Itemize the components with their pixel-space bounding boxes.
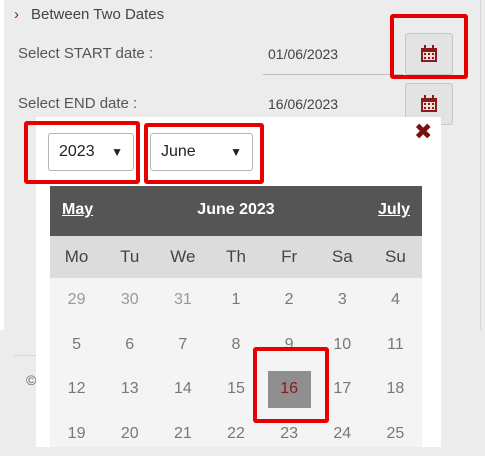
day-cell[interactable]: 11	[369, 323, 422, 368]
start-date-calendar-button[interactable]	[405, 33, 453, 75]
day-cell[interactable]: 14	[156, 367, 209, 412]
right-divider	[480, 0, 481, 330]
month-select-value: June	[161, 143, 196, 161]
day-cell[interactable]: 8	[209, 323, 262, 368]
next-month-link[interactable]: July	[378, 201, 410, 219]
day-cell[interactable]: 12	[50, 367, 103, 412]
left-border	[0, 0, 4, 330]
day-cell[interactable]: 24	[316, 412, 369, 456]
day-cell[interactable]: 6	[103, 323, 156, 368]
day-cell[interactable]: 13	[103, 367, 156, 412]
end-date-label: Select END date :	[18, 95, 137, 112]
day-cell[interactable]: 31	[156, 278, 209, 323]
day-cell[interactable]: 20	[103, 412, 156, 456]
section-header[interactable]: › Between Two Dates	[14, 6, 164, 23]
month-select[interactable]: June ▼	[150, 133, 253, 171]
day-cell[interactable]: 21	[156, 412, 209, 456]
day-cell[interactable]: 29	[50, 278, 103, 323]
start-date-field[interactable]: 01/06/2023	[268, 46, 338, 62]
chevron-down-icon: ▼	[230, 145, 242, 159]
month-title: June 2023	[50, 201, 422, 219]
day-cell[interactable]: 9	[263, 323, 316, 368]
datepicker-popup: 2023 ▼ June ▼ ✖ May June 2023 July Mo Tu…	[36, 117, 441, 447]
weekday-label: We	[156, 236, 209, 278]
start-date-underline	[263, 74, 403, 75]
weekday-label: Su	[369, 236, 422, 278]
calendar-header: May June 2023 July	[50, 186, 422, 236]
year-select[interactable]: 2023 ▼	[48, 133, 134, 171]
day-cell[interactable]: 7	[156, 323, 209, 368]
weekday-header: Mo Tu We Th Fr Sa Su	[50, 236, 422, 278]
day-cell[interactable]: 25	[369, 412, 422, 456]
day-cell[interactable]: 3	[316, 278, 369, 323]
weekday-label: Fr	[263, 236, 316, 278]
day-cell[interactable]: 10	[316, 323, 369, 368]
day-cell[interactable]: 5	[50, 323, 103, 368]
start-date-label: Select START date :	[18, 45, 153, 62]
day-cell[interactable]: 17	[316, 367, 369, 412]
chevron-right-icon: ›	[14, 7, 19, 22]
calendar-icon	[419, 44, 439, 64]
day-grid: 29 30 31 1 2 3 4 5 6 7 8 9 10 11 12 13 1…	[50, 278, 422, 447]
calendar-icon	[419, 94, 439, 114]
day-cell[interactable]: 19	[50, 412, 103, 456]
day-cell[interactable]: 15	[209, 367, 262, 412]
weekday-label: Sa	[316, 236, 369, 278]
day-cell[interactable]: 22	[209, 412, 262, 456]
close-icon[interactable]: ✖	[414, 121, 432, 143]
section-title: Between Two Dates	[31, 6, 164, 23]
footer-copyright: ©	[26, 372, 36, 388]
day-cell[interactable]: 2	[263, 278, 316, 323]
day-cell[interactable]: 23	[263, 412, 316, 456]
weekday-label: Th	[209, 236, 262, 278]
day-cell[interactable]: 18	[369, 367, 422, 412]
day-cell[interactable]: 4	[369, 278, 422, 323]
selected-day-cell[interactable]: 16	[268, 371, 311, 408]
chevron-down-icon: ▼	[111, 145, 123, 159]
weekday-label: Tu	[103, 236, 156, 278]
year-select-value: 2023	[59, 143, 95, 161]
day-cell[interactable]: 1	[209, 278, 262, 323]
weekday-label: Mo	[50, 236, 103, 278]
day-cell[interactable]: 30	[103, 278, 156, 323]
end-date-field[interactable]: 16/06/2023	[268, 96, 338, 112]
